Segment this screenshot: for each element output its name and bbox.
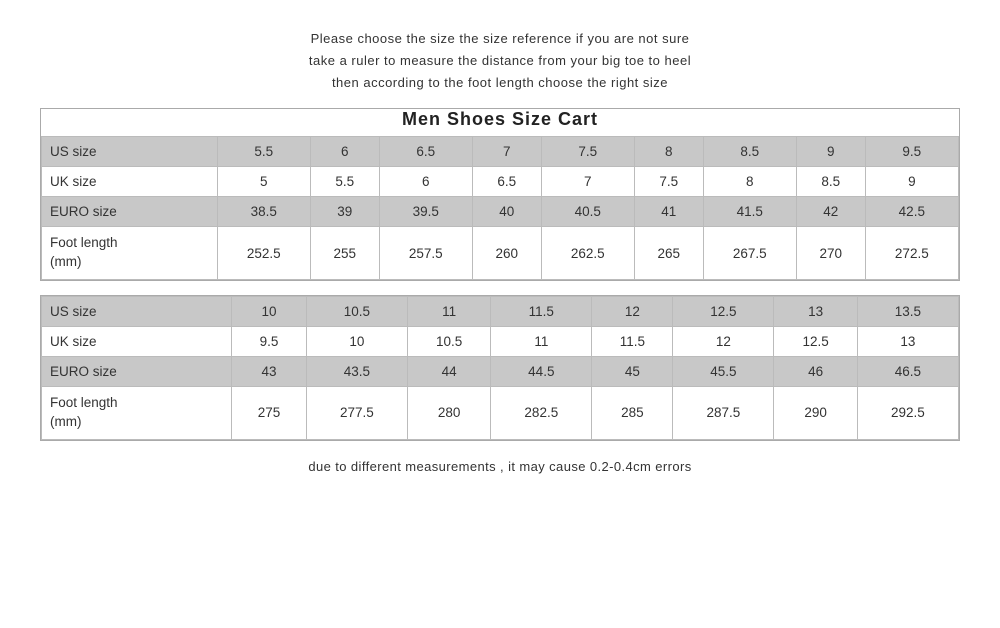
row-label-euro2: EURO size bbox=[42, 357, 232, 387]
footer-note: due to different measurements , it may c… bbox=[308, 459, 691, 474]
size-table-1: US size 5.5 6 6.5 7 7.5 8 8.5 9 9.5 UK s… bbox=[41, 136, 959, 280]
instructions-text: Please choose the size the size referenc… bbox=[309, 28, 691, 94]
row-label-foot1: Foot length(mm) bbox=[42, 227, 218, 280]
row-label-uk2: UK size bbox=[42, 327, 232, 357]
table-row: UK size 9.5 10 10.5 11 11.5 12 12.5 13 bbox=[42, 327, 959, 357]
row-label-us1: US size bbox=[42, 137, 218, 167]
table-row: Foot length(mm) 252.5 255 257.5 260 262.… bbox=[42, 227, 959, 280]
table-row: EURO size 43 43.5 44 44.5 45 45.5 46 46.… bbox=[42, 357, 959, 387]
table-row: US size 10 10.5 11 11.5 12 12.5 13 13.5 bbox=[42, 297, 959, 327]
table1-wrapper: Men Shoes Size Cart US size 5.5 6 6.5 7 … bbox=[40, 108, 960, 281]
table-row: EURO size 38.5 39 39.5 40 40.5 41 41.5 4… bbox=[42, 197, 959, 227]
row-label-uk1: UK size bbox=[42, 167, 218, 197]
row-label-foot2: Foot length(mm) bbox=[42, 387, 232, 440]
table-row: Foot length(mm) 275 277.5 280 282.5 285 … bbox=[42, 387, 959, 440]
row-label-euro1: EURO size bbox=[42, 197, 218, 227]
table-row: UK size 5 5.5 6 6.5 7 7.5 8 8.5 9 bbox=[42, 167, 959, 197]
table-title: Men Shoes Size Cart bbox=[41, 109, 959, 130]
table-row: US size 5.5 6 6.5 7 7.5 8 8.5 9 9.5 bbox=[42, 137, 959, 167]
size-table-2: US size 10 10.5 11 11.5 12 12.5 13 13.5 … bbox=[41, 296, 959, 440]
table2-wrapper: US size 10 10.5 11 11.5 12 12.5 13 13.5 … bbox=[40, 295, 960, 441]
row-label-us2: US size bbox=[42, 297, 232, 327]
